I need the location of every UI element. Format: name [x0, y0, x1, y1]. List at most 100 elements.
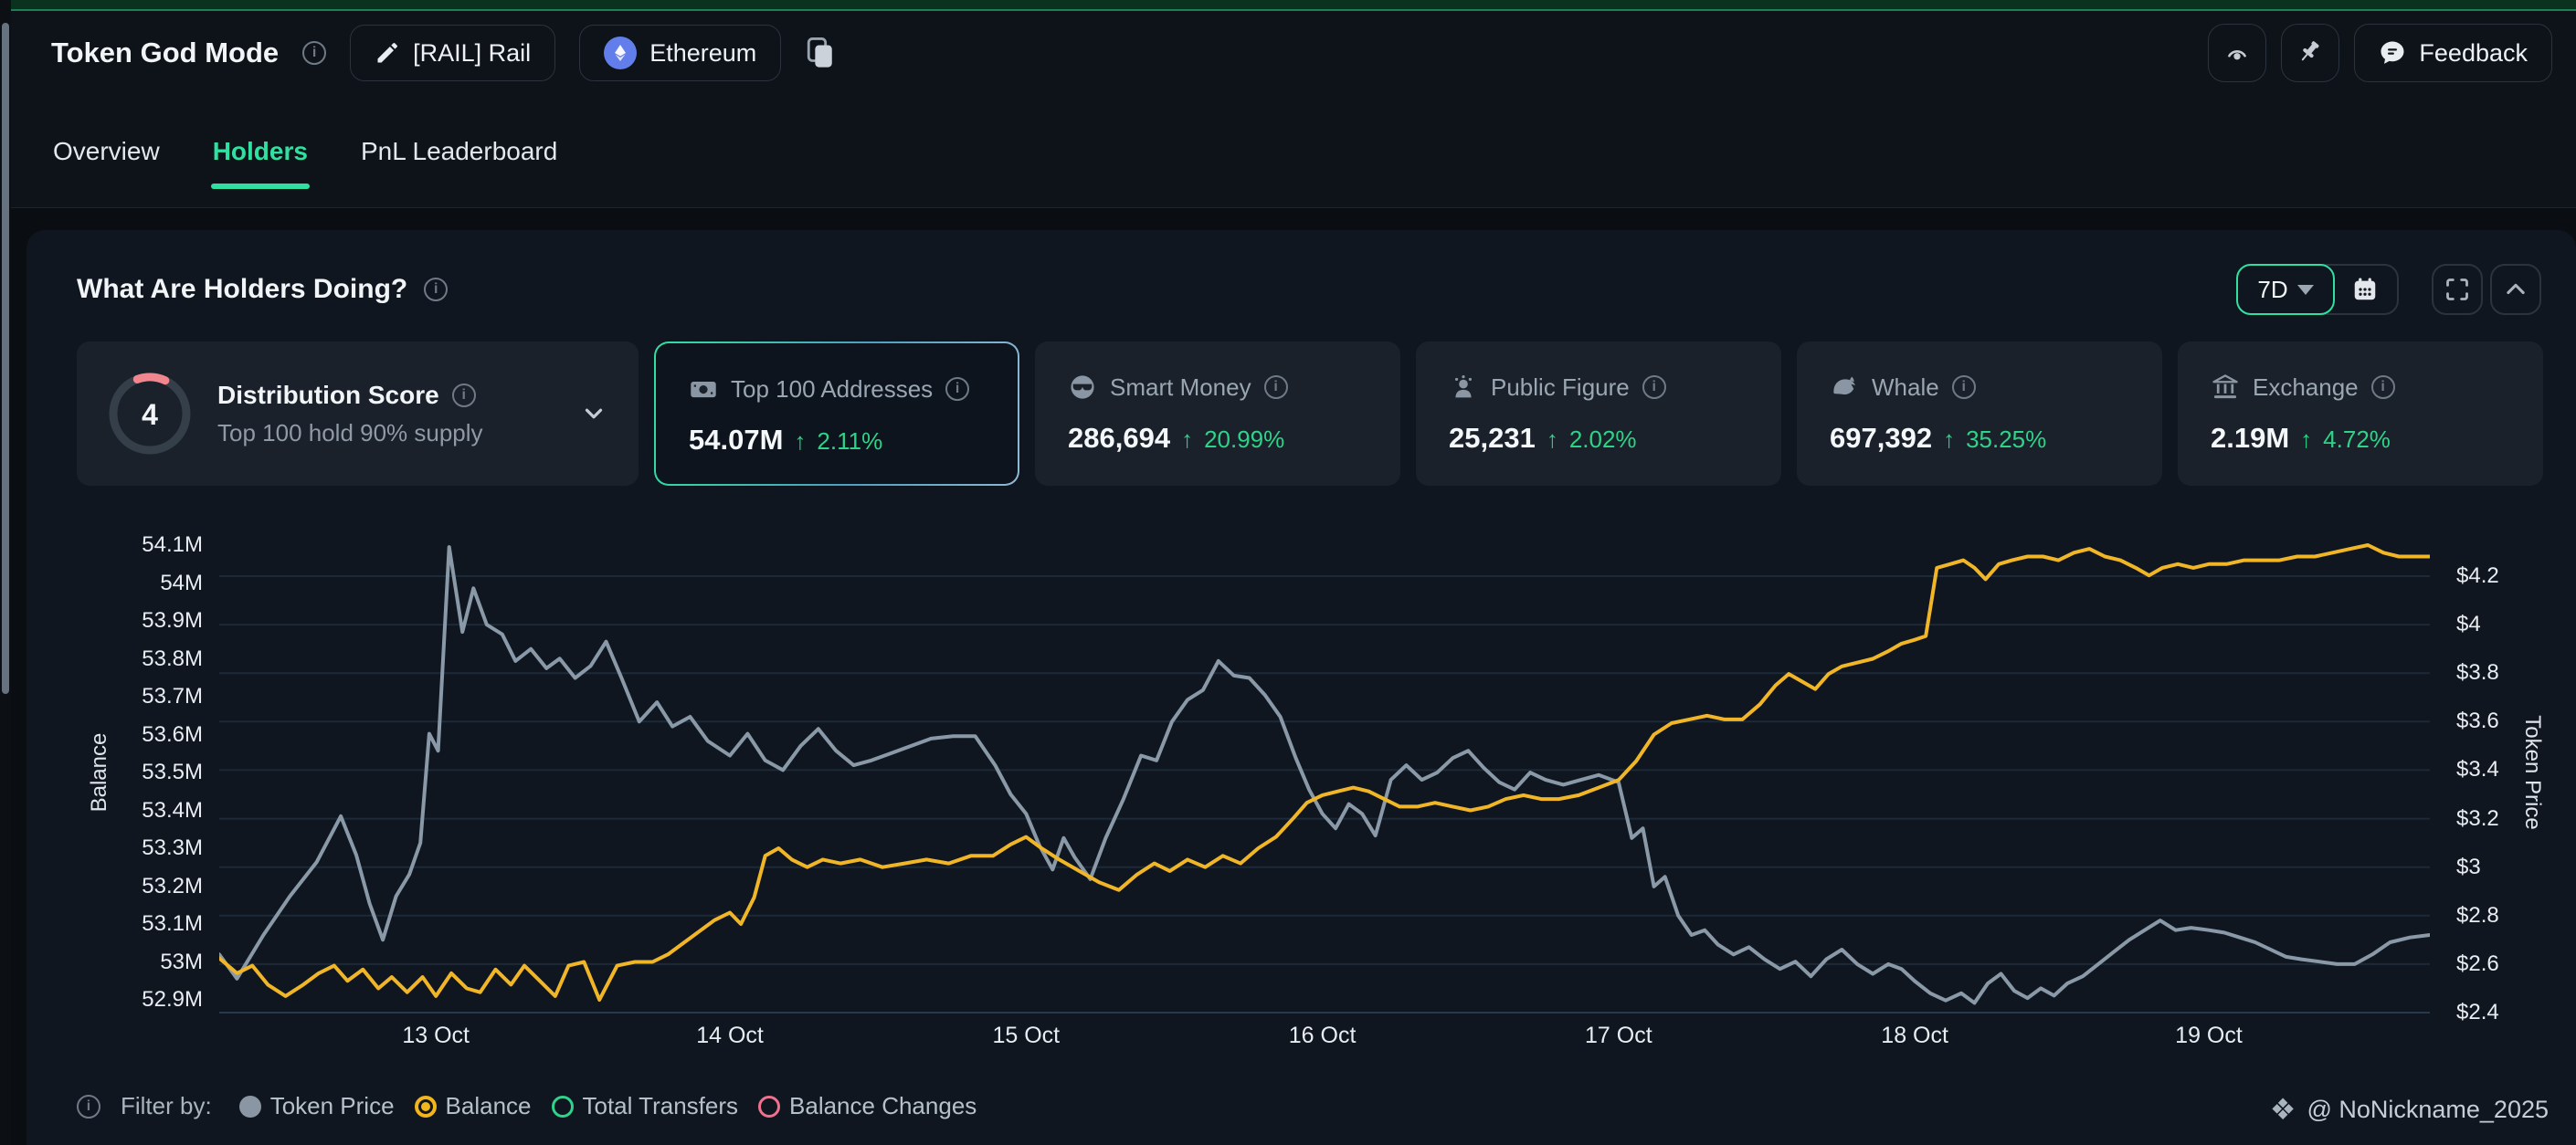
info-icon[interactable]: i: [1264, 375, 1288, 399]
section-title: What Are Holders Doing?: [77, 274, 407, 305]
token-god-mode-page: Token God Mode i [RAIL] Rail Ethereum: [0, 0, 2576, 1145]
info-icon[interactable]: i: [77, 1095, 100, 1119]
period-control: 7D: [2236, 264, 2399, 315]
date-tick-label: 13 Oct: [381, 1023, 491, 1049]
banknote-icon: [689, 374, 718, 404]
distribution-score-card[interactable]: 4 Distribution Score i Top 100 hold 90% …: [77, 341, 639, 486]
up-arrow-icon: ↑: [794, 427, 806, 456]
nansen-logo-icon: ❖: [2270, 1092, 2296, 1127]
feedback-label: Feedback: [2419, 39, 2528, 68]
bank-icon: [2211, 373, 2240, 402]
chain-selector-button[interactable]: Ethereum: [579, 25, 781, 81]
legend-label: Total Transfers: [583, 1092, 739, 1120]
up-arrow-icon: ↑: [1547, 425, 1558, 454]
price-tick-label: $4: [2456, 612, 2481, 637]
smart-money-card[interactable]: Smart Money i 286,694 ↑ 20.99%: [1035, 341, 1400, 486]
balance-changes-marker-icon: [758, 1096, 780, 1118]
balance-tick-label: 53.5M: [26, 760, 203, 785]
date-tick-label: 15 Oct: [971, 1023, 1081, 1049]
distribution-score-gauge: 4: [108, 372, 192, 456]
token-selector-button[interactable]: [RAIL] Rail: [350, 25, 555, 81]
info-icon[interactable]: i: [945, 377, 969, 401]
balance-tick-label: 53.6M: [26, 722, 203, 748]
pin-icon: [2296, 39, 2324, 67]
card-title: Smart Money: [1110, 373, 1251, 402]
legend-total-transfers[interactable]: Total Transfers: [552, 1092, 739, 1120]
watchlist-button[interactable]: [2208, 24, 2266, 82]
date-tick-label: 17 Oct: [1564, 1023, 1673, 1049]
pencil-icon: [375, 40, 400, 66]
tab-overview-label: Overview: [53, 137, 160, 166]
copy-icon[interactable]: [805, 36, 836, 70]
info-icon[interactable]: i: [1642, 375, 1666, 399]
info-icon[interactable]: i: [302, 41, 326, 65]
card-value: 286,694: [1068, 422, 1170, 455]
collapse-button[interactable]: [2490, 264, 2541, 315]
scrollbar-thumb[interactable]: [2, 23, 9, 694]
top-100-addresses-card[interactable]: Top 100 Addresses i 54.07M ↑ 2.11%: [654, 341, 1019, 486]
feedback-button[interactable]: Feedback: [2354, 24, 2552, 82]
chat-bubble-icon: [2379, 39, 2406, 67]
info-icon[interactable]: i: [1952, 375, 1976, 399]
card-title: Distribution Score: [217, 381, 439, 410]
tab-holders[interactable]: Holders: [213, 95, 308, 207]
date-tick-label: 18 Oct: [1860, 1023, 1969, 1049]
holder-stat-cards: 4 Distribution Score i Top 100 hold 90% …: [77, 341, 2543, 486]
calendar-button[interactable]: [2333, 276, 2397, 303]
watermark: ❖ @ NoNickname_2025: [2270, 1092, 2549, 1127]
legend-label: Token Price: [270, 1092, 395, 1120]
price-tick-label: $2.4: [2456, 1000, 2499, 1025]
tab-pnl-leaderboard[interactable]: PnL Leaderboard: [361, 95, 557, 207]
legend-balance-changes[interactable]: Balance Changes: [758, 1092, 977, 1120]
tab-pnl-leaderboard-label: PnL Leaderboard: [361, 137, 557, 166]
eye-icon: [2223, 39, 2251, 67]
info-icon[interactable]: i: [452, 383, 476, 407]
balance-tick-label: 53.4M: [26, 798, 203, 824]
info-icon[interactable]: i: [424, 278, 448, 301]
price-tick-label: $3: [2456, 855, 2481, 880]
card-change: 2.02%: [1569, 425, 1637, 454]
legend-balance[interactable]: Balance: [415, 1092, 532, 1120]
page-scrollbar[interactable]: [0, 0, 11, 1145]
price-tick-label: $2.6: [2456, 951, 2499, 977]
whale-card[interactable]: Whale i 697,392 ↑ 35.25%: [1797, 341, 2162, 486]
price-tick-label: $2.8: [2456, 903, 2499, 929]
legend-token-price[interactable]: Token Price: [239, 1092, 395, 1120]
exchange-card[interactable]: Exchange i 2.19M ↑ 4.72%: [2178, 341, 2543, 486]
card-value: 54.07M: [689, 424, 783, 457]
fullscreen-button[interactable]: [2432, 264, 2483, 315]
legend-label: Balance: [446, 1092, 532, 1120]
period-dropdown[interactable]: 7D: [2236, 264, 2335, 315]
card-change: 35.25%: [1966, 425, 2046, 454]
price-tick-label: $3.6: [2456, 709, 2499, 734]
up-arrow-icon: ↑: [1943, 425, 1955, 454]
chevron-up-icon: [2503, 277, 2528, 302]
date-tick-label: 16 Oct: [1268, 1023, 1378, 1049]
chart-filter-row: i Filter by: Token Price Balance Total T…: [77, 1092, 977, 1120]
pin-button[interactable]: [2281, 24, 2339, 82]
chain-selector-label: Ethereum: [649, 39, 756, 68]
price-tick-label: $3.4: [2456, 757, 2499, 783]
page-title: Token God Mode: [51, 37, 279, 69]
card-change: 20.99%: [1204, 425, 1284, 454]
section-header: What Are Holders Doing? i 7D: [77, 263, 2541, 316]
balance-tick-label: 53.7M: [26, 684, 203, 709]
holders-chart[interactable]: [219, 539, 2430, 1014]
card-title: Whale: [1872, 373, 1939, 402]
tab-holders-label: Holders: [213, 137, 308, 166]
fullscreen-icon: [2444, 277, 2470, 302]
card-value: 25,231: [1449, 422, 1536, 455]
chevron-down-icon[interactable]: [580, 400, 607, 427]
app-header: Token God Mode i [RAIL] Rail Ethereum: [11, 11, 2576, 95]
balance-tick-label: 53.9M: [26, 608, 203, 634]
tab-overview[interactable]: Overview: [53, 95, 160, 207]
whale-icon: [1830, 373, 1859, 402]
token-price-marker-icon: [239, 1096, 261, 1118]
balance-tick-label: 53.2M: [26, 874, 203, 899]
period-value: 7D: [2257, 276, 2287, 304]
info-icon[interactable]: i: [2371, 375, 2395, 399]
active-tab-indicator: [211, 184, 310, 189]
public-figure-card[interactable]: Public Figure i 25,231 ↑ 2.02%: [1416, 341, 1781, 486]
balance-tick-label: 53.1M: [26, 911, 203, 937]
card-title: Top 100 Addresses: [731, 375, 933, 404]
